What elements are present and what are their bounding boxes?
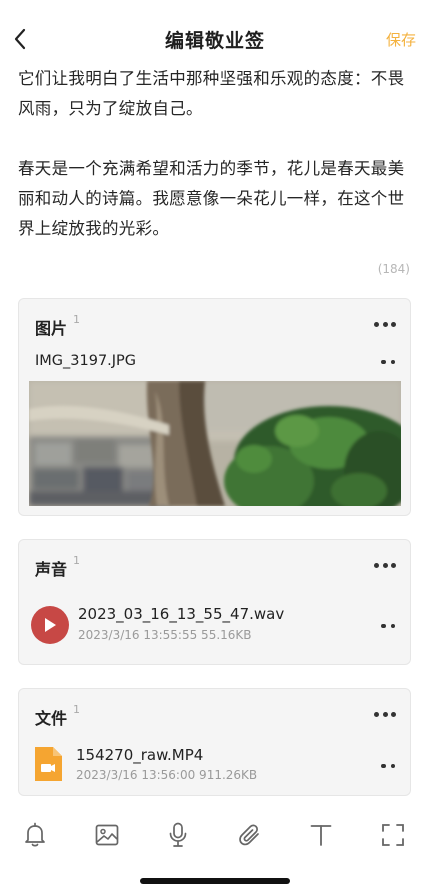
dot-icon: [382, 711, 388, 717]
add-attachment-button[interactable]: [235, 820, 265, 850]
character-count: (184): [377, 262, 410, 276]
audio-file-name: 2023_03_16_13_55_47.wav: [78, 605, 285, 623]
file-options-button[interactable]: [381, 762, 395, 770]
dot-icon: [374, 562, 379, 568]
dot-icon: [382, 562, 388, 568]
add-audio-button[interactable]: [163, 820, 193, 850]
microphone-icon: [169, 822, 187, 847]
dot-icon: [381, 359, 386, 365]
add-image-button[interactable]: [92, 820, 122, 850]
images-card: 图片 1 IMG_3197.JPG: [18, 298, 411, 516]
files-card: 文件 1 154270_raw.MP4 2023/3/16 13:56:00 9…: [18, 688, 411, 796]
dot-icon: [391, 321, 396, 327]
audio-more-button[interactable]: [374, 560, 396, 570]
video-file-icon: [33, 746, 63, 782]
audio-file-meta: 2023/3/16 13:55:55 55.16KB: [78, 628, 252, 642]
bell-icon: [25, 822, 45, 847]
dot-icon: [390, 359, 395, 365]
save-button[interactable]: 保存: [386, 29, 416, 50]
files-count: 1: [73, 703, 81, 716]
files-card-header: 文件 1: [35, 703, 81, 729]
audio-card-header: 声音 1: [35, 554, 81, 580]
text-format-button[interactable]: [306, 820, 336, 850]
audio-options-button[interactable]: [381, 622, 395, 630]
paperclip-icon: [239, 824, 259, 846]
file-name: 154270_raw.MP4: [76, 746, 204, 764]
image-icon: [95, 824, 119, 846]
dot-icon: [381, 623, 386, 629]
reminder-button[interactable]: [20, 820, 50, 850]
dot-icon: [391, 711, 396, 717]
image-options-button[interactable]: [381, 358, 395, 366]
text-format-icon: [310, 825, 332, 846]
files-section-title: 文件: [35, 709, 68, 728]
file-meta: 2023/3/16 13:56:00 911.26KB: [76, 768, 258, 782]
images-card-header: 图片 1: [35, 313, 81, 339]
images-count: 1: [73, 313, 81, 326]
dot-icon: [390, 763, 395, 769]
play-icon: [45, 618, 56, 632]
photo-illustration: [29, 381, 401, 506]
home-indicator[interactable]: [140, 878, 290, 884]
fullscreen-icon: [382, 824, 404, 846]
note-paragraph: 春天是一个充满希望和活力的季节，花儿是春天最美丽和动人的诗篇。我愿意像一朵花儿一…: [18, 159, 405, 238]
note-body[interactable]: 它们让我明白了生活中那种坚强和乐观的态度：不畏风雨，只为了绽放自己。 春天是一个…: [18, 64, 414, 244]
fullscreen-button[interactable]: [378, 820, 408, 850]
dot-icon: [374, 711, 379, 717]
images-section-title: 图片: [35, 319, 68, 338]
dot-icon: [382, 321, 388, 327]
images-more-button[interactable]: [374, 319, 396, 329]
image-thumbnail[interactable]: [29, 381, 401, 506]
dot-icon: [391, 562, 396, 568]
dot-icon: [390, 623, 395, 629]
files-more-button[interactable]: [374, 709, 396, 719]
dot-icon: [381, 763, 386, 769]
image-file-name: IMG_3197.JPG: [35, 353, 137, 369]
audio-section-title: 声音: [35, 560, 68, 579]
bottom-toolbar: [0, 812, 430, 854]
note-paragraph: 它们让我明白了生活中那种坚强和乐观的态度：不畏风雨，只为了绽放自己。: [18, 69, 405, 118]
audio-count: 1: [73, 554, 81, 567]
audio-play-button[interactable]: [31, 606, 69, 644]
dot-icon: [374, 321, 379, 327]
page-title: 编辑敬业签: [164, 30, 265, 52]
audio-card: 声音 1 2023_03_16_13_55_47.wav 2023/3/16 1…: [18, 539, 411, 665]
